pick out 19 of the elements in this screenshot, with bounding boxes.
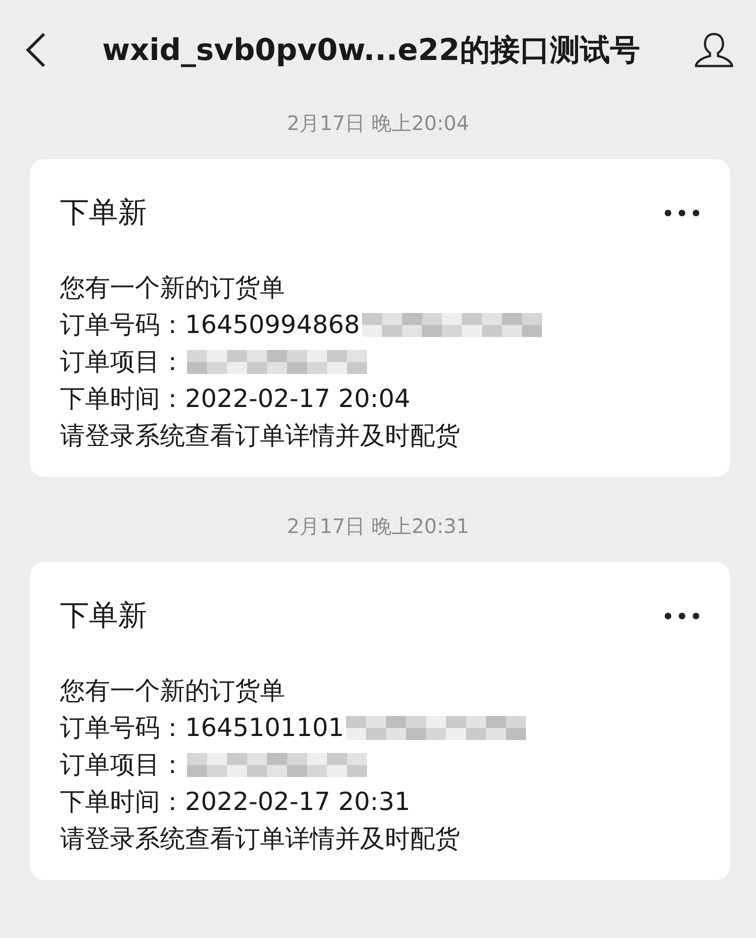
message-line: 下单时间：2022-02-17 20:04 bbox=[60, 383, 410, 415]
message-line: 您有一个新的订货单 bbox=[60, 675, 285, 707]
person-icon[interactable] bbox=[694, 30, 734, 70]
timestamp: 2月17日 晚上20:04 bbox=[286, 110, 470, 137]
back-icon[interactable] bbox=[24, 32, 48, 68]
card-title: 下单新 bbox=[60, 597, 147, 634]
timestamp: 2月17日 晚上20:31 bbox=[286, 513, 470, 540]
more-icon[interactable] bbox=[664, 209, 700, 217]
message-line: 请登录系统查看订单详情并及时配货 bbox=[60, 420, 460, 452]
message-line: 订单号码：16450994868 bbox=[60, 309, 360, 341]
message-line: 下单时间：2022-02-17 20:31 bbox=[60, 786, 410, 818]
message-line: 您有一个新的订货单 bbox=[60, 272, 285, 304]
more-icon[interactable] bbox=[664, 612, 700, 620]
message-line: 订单项目： bbox=[60, 749, 185, 781]
message-line: 请登录系统查看订单详情并及时配货 bbox=[60, 823, 460, 855]
message-line: 订单号码：1645101101 bbox=[60, 712, 344, 744]
card-title: 下单新 bbox=[60, 194, 147, 231]
message-line: 订单项目： bbox=[60, 346, 185, 378]
chat-title: wxid_svb0pv0w...e22的接口测试号 bbox=[101, 32, 641, 70]
